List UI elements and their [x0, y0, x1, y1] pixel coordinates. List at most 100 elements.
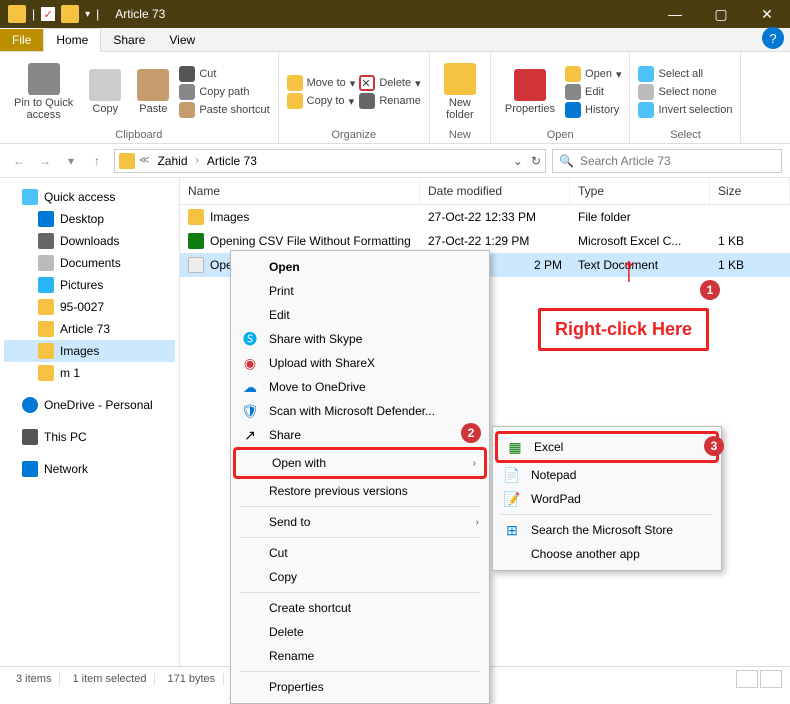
properties-button[interactable]: Properties	[499, 56, 561, 128]
column-date[interactable]: Date modified	[420, 178, 570, 204]
ctx-delete[interactable]: Delete	[233, 620, 487, 644]
tab-share[interactable]: Share	[101, 29, 157, 51]
ctx-move-onedrive[interactable]: ☁Move to OneDrive	[233, 375, 487, 399]
share-icon: ↗	[241, 426, 259, 444]
rename-icon	[359, 93, 375, 109]
sidebar-item-pictures[interactable]: Pictures	[4, 274, 175, 296]
search-box[interactable]: 🔍 Search Article 73	[552, 149, 782, 173]
breadcrumb[interactable]: Article 73	[203, 154, 261, 168]
breadcrumb[interactable]: Zahid	[153, 154, 191, 168]
group-label: Clipboard	[8, 128, 270, 141]
ctx-create-shortcut[interactable]: Create shortcut	[233, 596, 487, 620]
group-label: Open	[499, 128, 622, 141]
group-label: New	[438, 128, 482, 141]
sidebar-item-onedrive[interactable]: OneDrive - Personal	[4, 394, 175, 416]
copy-path-icon	[179, 84, 195, 100]
ctx-print[interactable]: Print	[233, 279, 487, 303]
ctx-rename[interactable]: Rename	[233, 644, 487, 668]
tab-file[interactable]: File	[0, 29, 43, 51]
address-bar[interactable]: ≪ Zahid › Article 73 ⌄ ↻	[114, 149, 546, 173]
tab-home[interactable]: Home	[43, 28, 101, 52]
refresh-icon[interactable]: ↻	[531, 154, 541, 168]
paste-button[interactable]: Paste	[131, 56, 175, 128]
sidebar-item-this-pc[interactable]: This PC	[4, 426, 175, 448]
copy-to-button[interactable]: Copy to ▾	[287, 93, 356, 109]
ctx-copy[interactable]: Copy	[233, 565, 487, 589]
sidebar-item-desktop[interactable]: Desktop	[4, 208, 175, 230]
copy-button[interactable]: Copy	[83, 56, 127, 128]
open-icon	[565, 66, 581, 82]
ctx-wordpad[interactable]: 📝WordPad	[495, 487, 719, 511]
ctx-search-store[interactable]: ⊞Search the Microsoft Store	[495, 518, 719, 542]
column-size[interactable]: Size	[710, 178, 790, 204]
back-button[interactable]: ←	[8, 150, 30, 172]
edit-button[interactable]: Edit	[565, 84, 621, 100]
onedrive-icon: ☁	[241, 378, 259, 396]
pin-to-quick-access-button[interactable]: Pin to Quick access	[8, 56, 79, 128]
search-icon: 🔍	[559, 154, 574, 168]
annotation-callout: Right-click Here	[538, 308, 709, 351]
checkbox-icon[interactable]: ✓	[41, 7, 55, 21]
cut-button[interactable]: Cut	[179, 66, 269, 82]
skype-icon: 🅢	[241, 330, 259, 348]
sidebar-item-folder[interactable]: 95-0027	[4, 296, 175, 318]
column-name[interactable]: Name	[180, 178, 420, 204]
ctx-properties[interactable]: Properties	[233, 675, 487, 699]
address-dropdown-icon[interactable]: ⌄	[513, 154, 523, 168]
ctx-choose-app[interactable]: Choose another app	[495, 542, 719, 566]
sidebar-item-images[interactable]: Images	[4, 340, 175, 362]
folder-icon[interactable]	[61, 5, 79, 23]
view-large-button[interactable]	[760, 670, 782, 688]
sidebar-item-documents[interactable]: Documents	[4, 252, 175, 274]
new-folder-button[interactable]: New folder	[438, 56, 482, 128]
qat-dropdown-icon[interactable]: ▾	[85, 9, 90, 20]
invert-selection-button[interactable]: Invert selection	[638, 102, 732, 118]
sidebar-item-folder[interactable]: Article 73	[4, 318, 175, 340]
rename-button[interactable]: Rename	[359, 93, 421, 109]
annotation-arrow: ↑	[620, 248, 638, 290]
column-type[interactable]: Type	[570, 178, 710, 204]
sidebar-item-network[interactable]: Network	[4, 458, 175, 480]
group-label: Select	[638, 128, 732, 141]
pictures-icon	[38, 277, 54, 293]
help-icon[interactable]: ?	[762, 27, 784, 49]
ctx-send-to[interactable]: Send to›	[233, 510, 487, 534]
chevron-icon[interactable]: ›	[196, 155, 199, 166]
view-details-button[interactable]	[736, 670, 758, 688]
status-selected: 1 item selected	[64, 673, 155, 685]
sharex-icon: ◉	[241, 354, 259, 372]
minimize-button[interactable]: —	[652, 0, 698, 28]
sidebar-item-quick-access[interactable]: Quick access	[4, 186, 175, 208]
select-all-button[interactable]: Select all	[638, 66, 732, 82]
forward-button[interactable]: →	[34, 150, 56, 172]
ctx-defender[interactable]: 🛡Scan with Microsoft Defender...	[233, 399, 487, 423]
chevron-icon[interactable]: ≪	[139, 155, 149, 166]
maximize-button[interactable]: ▢	[698, 0, 744, 28]
tab-view[interactable]: View	[157, 29, 207, 51]
sidebar-item-downloads[interactable]: Downloads	[4, 230, 175, 252]
paste-shortcut-button[interactable]: Paste shortcut	[179, 102, 269, 118]
ctx-excel[interactable]: ▦Excel 3	[495, 431, 719, 463]
wordpad-icon: 📝	[503, 490, 521, 508]
up-button[interactable]: ↑	[86, 150, 108, 172]
sidebar-item-folder[interactable]: m 1	[4, 362, 175, 384]
ctx-share-skype[interactable]: 🅢Share with Skype	[233, 327, 487, 351]
history-button[interactable]: History	[565, 102, 621, 118]
ctx-edit[interactable]: Edit	[233, 303, 487, 327]
close-button[interactable]: ✕	[744, 0, 790, 28]
ctx-share[interactable]: ↗Share 2	[233, 423, 487, 447]
recent-button[interactable]: ▾	[60, 150, 82, 172]
ctx-open[interactable]: Open	[233, 255, 487, 279]
delete-button[interactable]: ✕Delete ▾	[359, 75, 421, 91]
file-row[interactable]: Images 27-Oct-22 12:33 PM File folder	[180, 205, 790, 229]
ctx-restore-versions[interactable]: Restore previous versions	[233, 479, 487, 503]
copy-path-button[interactable]: Copy path	[179, 84, 269, 100]
open-button[interactable]: Open ▾	[565, 66, 621, 82]
move-to-button[interactable]: Move to ▾	[287, 75, 356, 91]
ctx-sharex[interactable]: ◉Upload with ShareX	[233, 351, 487, 375]
ctx-open-with[interactable]: Open with›	[233, 447, 487, 479]
column-headers[interactable]: Name Date modified Type Size	[180, 178, 790, 205]
ctx-notepad[interactable]: 📄Notepad	[495, 463, 719, 487]
ctx-cut[interactable]: Cut	[233, 541, 487, 565]
select-none-button[interactable]: Select none	[638, 84, 732, 100]
